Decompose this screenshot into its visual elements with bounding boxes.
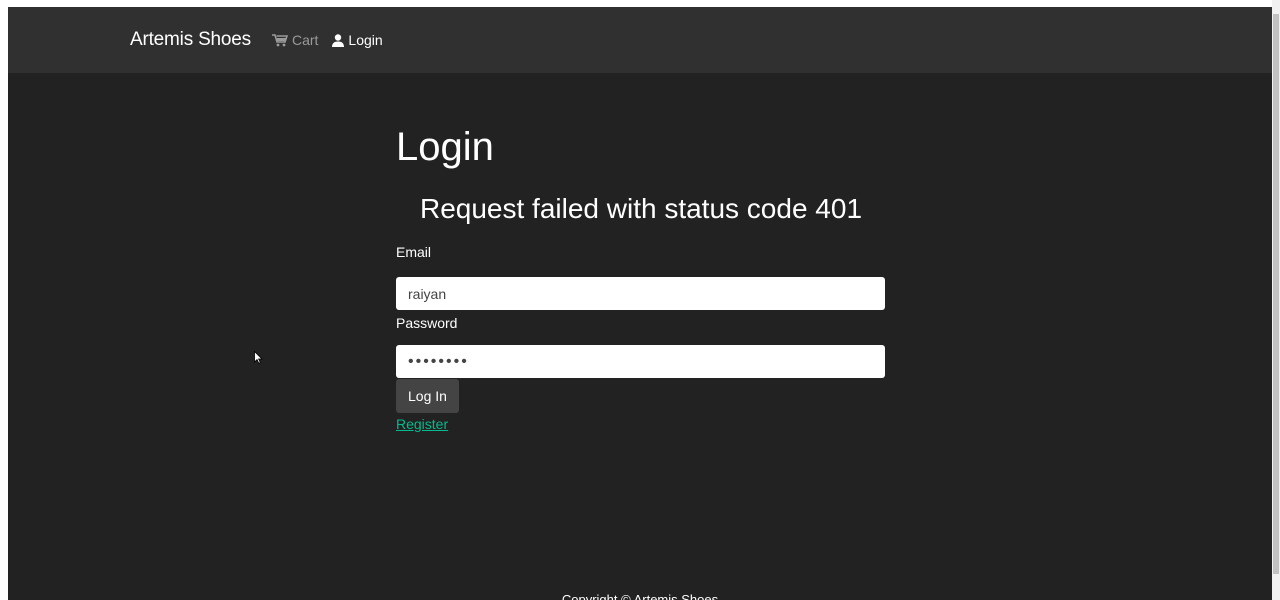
email-label: Email (396, 244, 432, 260)
user-icon (332, 33, 345, 47)
login-form-container: Login Request failed with status code 40… (396, 73, 886, 434)
nav-cart-label: Cart (291, 32, 319, 48)
brand-logo-text[interactable]: Artemis Shoes (130, 29, 251, 51)
mouse-pointer-icon (254, 351, 263, 364)
email-input[interactable] (396, 277, 885, 310)
scrollbar-thumb[interactable] (1273, 14, 1279, 574)
password-input[interactable] (396, 345, 885, 378)
login-button[interactable]: Log In (396, 379, 459, 413)
nav-cart-link[interactable]: Cart (271, 32, 319, 48)
navbar: Artemis Shoes Cart Login (8, 7, 1272, 73)
app-window: Artemis Shoes Cart Login Login Request f… (8, 7, 1272, 600)
nav-login-label: Login (348, 32, 383, 48)
error-message: Request failed with status code 401 (419, 193, 863, 224)
register-link[interactable]: Register (396, 416, 448, 432)
footer-copyright: Copyright © Artemis Shoes (561, 592, 719, 600)
nav-login-link[interactable]: Login (332, 32, 383, 48)
page-title: Login (396, 125, 494, 169)
password-label: Password (396, 315, 458, 331)
cart-icon (271, 33, 288, 46)
vertical-scrollbar[interactable] (1272, 0, 1280, 600)
